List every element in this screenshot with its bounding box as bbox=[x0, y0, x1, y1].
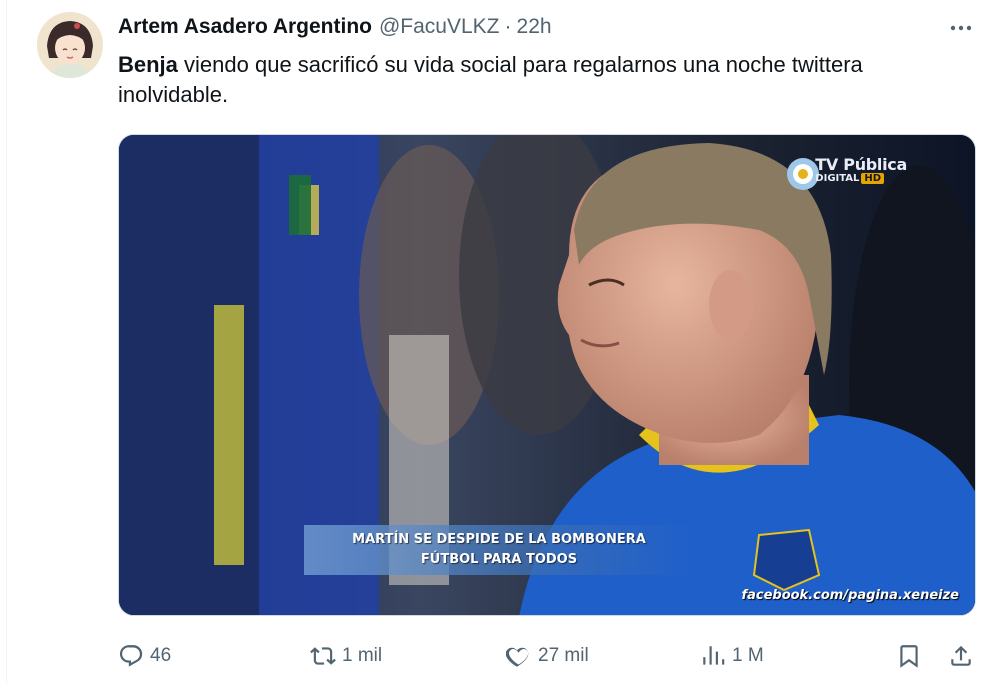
tweet-text: Benja viendo que sacrificó su vida socia… bbox=[118, 50, 968, 110]
tweet-text-body: viendo que sacrificó su vida social para… bbox=[118, 52, 863, 107]
media-watermark: facebook.com/pagina.xeneize bbox=[741, 588, 959, 603]
like-count: 27 mil bbox=[538, 645, 589, 666]
user-handle[interactable]: @FacuVLKZ bbox=[379, 15, 500, 39]
views-count: 1 M bbox=[732, 645, 764, 666]
retweet-button[interactable]: 1 mil bbox=[310, 643, 382, 669]
reply-button[interactable]: 46 bbox=[118, 643, 171, 669]
retweet-icon bbox=[310, 647, 336, 665]
views-icon bbox=[703, 646, 725, 665]
caption-line-2: FÚTBOL PARA TODOS bbox=[420, 552, 578, 567]
retweet-count: 1 mil bbox=[342, 645, 383, 666]
tweet-text-mention: Benja bbox=[118, 52, 178, 77]
timestamp[interactable]: 22h bbox=[517, 15, 552, 39]
display-name[interactable]: Artem Asadero Argentino bbox=[118, 15, 372, 39]
broadcaster-sub: DIGITAL bbox=[815, 173, 860, 184]
hd-badge: HD bbox=[861, 173, 885, 184]
reply-count: 46 bbox=[150, 645, 172, 666]
broadcaster-badge: TV Pública DIGITAL HD bbox=[815, 155, 907, 184]
tweet-header: Artem Asadero Argentino @FacuVLKZ · 22h bbox=[118, 10, 552, 44]
column-divider bbox=[6, 0, 7, 683]
heart-icon bbox=[506, 647, 529, 667]
share-icon bbox=[951, 645, 971, 666]
avatar-image bbox=[37, 12, 103, 78]
reply-icon bbox=[119, 645, 143, 667]
more-icon[interactable] bbox=[949, 18, 973, 38]
separator-dot: · bbox=[504, 15, 512, 38]
bookmark-icon bbox=[900, 645, 918, 668]
caption-line-1: MARTÍN SE DESPIDE DE LA BOMBONERA bbox=[352, 532, 646, 547]
share-button[interactable] bbox=[948, 643, 974, 669]
bookmark-button[interactable] bbox=[896, 643, 922, 669]
avatar[interactable] bbox=[37, 12, 103, 78]
broadcaster-name: TV Pública bbox=[815, 155, 907, 174]
tweet-media-image[interactable]: TV Pública DIGITAL HD MARTÍN SE DESPIDE D… bbox=[118, 134, 976, 616]
tweet-actions: 46 1 mil 27 mil 1 M bbox=[118, 636, 978, 676]
video-caption-bar: MARTÍN SE DESPIDE DE LA BOMBONERA FÚTBOL… bbox=[304, 525, 694, 575]
views-button[interactable]: 1 M bbox=[700, 643, 764, 669]
like-button[interactable]: 27 mil bbox=[506, 643, 589, 669]
